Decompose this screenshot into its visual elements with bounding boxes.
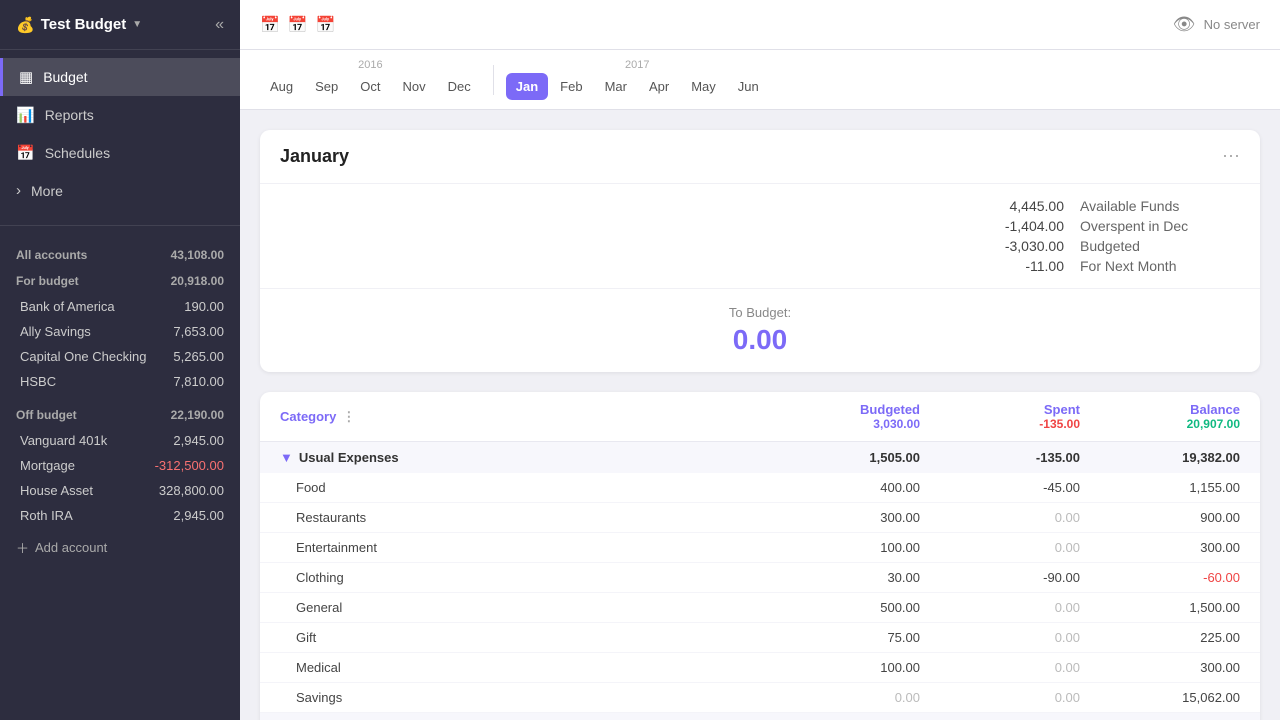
- stat-row-0: 4,445.00 Available Funds: [280, 198, 1240, 214]
- table-row: Clothing 30.00 -90.00 -60.00: [260, 563, 1260, 593]
- topbar: 📅 📅 📅 👁 No server: [240, 0, 1280, 50]
- table-header: Category ⋮ Budgeted 3,030.00 Spent -135.…: [260, 392, 1260, 442]
- summary-menu-button[interactable]: ⋯: [1222, 146, 1240, 167]
- category-column-header: Category ⋮: [260, 402, 780, 431]
- for-next-amount: -11.00: [974, 258, 1064, 274]
- month-navigation: 2016 Aug Sep Oct Nov Dec 2017 Jan Feb Ma…: [240, 50, 1280, 110]
- months-2016: Aug Sep Oct Nov Dec: [260, 73, 481, 100]
- month-nov-2016[interactable]: Nov: [393, 73, 436, 100]
- account-roth-ira[interactable]: Roth IRA 2,945.00: [0, 503, 240, 528]
- month-may-2017[interactable]: May: [681, 73, 726, 100]
- account-hsbc[interactable]: HSBC 7,810.00: [0, 369, 240, 394]
- account-bank-of-america[interactable]: Bank of America 190.00: [0, 294, 240, 319]
- table-row: Restaurants 300.00 0.00 900.00: [260, 503, 1260, 533]
- sidebar-item-reports[interactable]: 📊 Reports: [0, 96, 240, 134]
- eye-icon[interactable]: 👁: [1173, 14, 1196, 35]
- overspent-amount: -1,404.00: [974, 218, 1064, 234]
- table-row: General 500.00 0.00 1,500.00: [260, 593, 1260, 623]
- sidebar-item-schedules[interactable]: 📅 Schedules: [0, 134, 240, 172]
- year-divider: [493, 65, 494, 95]
- to-budget-section: To Budget: 0.00: [260, 289, 1260, 372]
- plus-icon: ＋: [16, 538, 29, 557]
- to-budget-amount: 0.00: [280, 324, 1240, 356]
- month-apr-2017[interactable]: Apr: [639, 73, 679, 100]
- table-row: Medical 100.00 0.00 300.00: [260, 653, 1260, 683]
- budget-table: Category ⋮ Budgeted 3,030.00 Spent -135.…: [260, 392, 1260, 720]
- budgeted-amount: -3,030.00: [974, 238, 1064, 254]
- table-row: Food 400.00 -45.00 1,155.00: [260, 473, 1260, 503]
- all-accounts-header: All accounts 43,108.00: [0, 242, 240, 268]
- to-budget-label: To Budget:: [280, 305, 1240, 320]
- year-2017-group: 2017 Jan Feb Mar Apr May Jun: [506, 59, 769, 100]
- account-vanguard[interactable]: Vanguard 401k 2,945.00: [0, 428, 240, 453]
- table-row: Savings 0.00 0.00 15,062.00: [260, 683, 1260, 713]
- sidebar-item-more[interactable]: › More: [0, 172, 240, 209]
- calendar-icon-3[interactable]: 📅: [316, 15, 336, 35]
- summary-stats: 4,445.00 Available Funds -1,404.00 Overs…: [260, 184, 1260, 289]
- budgeted-label: Budgeted: [1080, 238, 1240, 254]
- chevron-down-icon: ▼: [132, 19, 142, 30]
- stat-row-1: -1,404.00 Overspent in Dec: [280, 218, 1240, 234]
- account-mortgage[interactable]: Mortgage -312,500.00: [0, 453, 240, 478]
- category-menu-icon[interactable]: ⋮: [342, 409, 355, 425]
- sidebar-nav: ▦ Budget 📊 Reports 📅 Schedules › More: [0, 50, 240, 217]
- chevron-down-icon: ▼: [280, 450, 293, 465]
- account-ally-savings[interactable]: Ally Savings 7,653.00: [0, 319, 240, 344]
- spent-column-header: Spent -135.00: [940, 402, 1100, 431]
- budget-nav-icon: ▦: [19, 68, 33, 86]
- chevron-right-icon: ›: [16, 182, 21, 199]
- for-budget-header: For budget 20,918.00: [0, 268, 240, 294]
- budget-icon: 💰: [16, 16, 35, 34]
- account-house-asset[interactable]: House Asset 328,800.00: [0, 478, 240, 503]
- month-jan-2017[interactable]: Jan: [506, 73, 548, 100]
- stat-row-3: -11.00 For Next Month: [280, 258, 1240, 274]
- available-funds-amount: 4,445.00: [974, 198, 1064, 214]
- summary-card: January ⋯ 4,445.00 Available Funds -1,40…: [260, 130, 1260, 372]
- available-funds-label: Available Funds: [1080, 198, 1240, 214]
- group-usual-expenses[interactable]: ▼ Usual Expenses 1,505.00 -135.00 19,382…: [260, 442, 1260, 473]
- month-oct-2016[interactable]: Oct: [350, 73, 390, 100]
- account-capital-one[interactable]: Capital One Checking 5,265.00: [0, 344, 240, 369]
- table-row: Gift 75.00 0.00 225.00: [260, 623, 1260, 653]
- stat-row-2: -3,030.00 Budgeted: [280, 238, 1240, 254]
- group-bills[interactable]: ▼ Bills 1,525.00 0.00 1,525.00: [260, 713, 1260, 720]
- main-area: 📅 📅 📅 👁 No server 2016 Aug Sep Oct Nov D…: [240, 0, 1280, 720]
- month-dec-2016[interactable]: Dec: [438, 73, 481, 100]
- add-account-button[interactable]: ＋ Add account: [0, 528, 240, 567]
- month-aug-2016[interactable]: Aug: [260, 73, 303, 100]
- sidebar: 💰 Test Budget ▼ « ▦ Budget 📊 Reports 📅 S…: [0, 0, 240, 720]
- year-2016-group: 2016 Aug Sep Oct Nov Dec: [260, 59, 481, 100]
- overspent-label: Overspent in Dec: [1080, 218, 1240, 234]
- schedules-nav-icon: 📅: [16, 144, 35, 162]
- budgeted-column-header: Budgeted 3,030.00: [780, 402, 940, 431]
- month-mar-2017[interactable]: Mar: [595, 73, 637, 100]
- months-2017: Jan Feb Mar Apr May Jun: [506, 73, 769, 100]
- month-sep-2016[interactable]: Sep: [305, 73, 348, 100]
- summary-header: January ⋯: [260, 130, 1260, 184]
- month-title: January: [280, 146, 349, 167]
- sidebar-header: 💰 Test Budget ▼ «: [0, 0, 240, 50]
- for-next-label: For Next Month: [1080, 258, 1240, 274]
- accounts-section: All accounts 43,108.00 For budget 20,918…: [0, 234, 240, 720]
- budget-content: January ⋯ 4,445.00 Available Funds -1,40…: [240, 110, 1280, 720]
- calendar-icon-1[interactable]: 📅: [260, 15, 280, 35]
- sidebar-item-budget[interactable]: ▦ Budget: [0, 58, 240, 96]
- table-row: Entertainment 100.00 0.00 300.00: [260, 533, 1260, 563]
- topbar-left: 📅 📅 📅: [260, 15, 336, 35]
- balance-column-header: Balance 20,907.00: [1100, 402, 1260, 431]
- calendar-icon-2[interactable]: 📅: [288, 15, 308, 35]
- reports-nav-icon: 📊: [16, 106, 35, 124]
- topbar-right: 👁 No server: [1173, 14, 1260, 35]
- off-budget-header: Off budget 22,190.00: [0, 402, 240, 428]
- month-jun-2017[interactable]: Jun: [728, 73, 769, 100]
- app-title[interactable]: 💰 Test Budget ▼: [16, 16, 142, 34]
- month-feb-2017[interactable]: Feb: [550, 73, 592, 100]
- sidebar-divider: [0, 225, 240, 226]
- collapse-sidebar-button[interactable]: «: [215, 16, 224, 34]
